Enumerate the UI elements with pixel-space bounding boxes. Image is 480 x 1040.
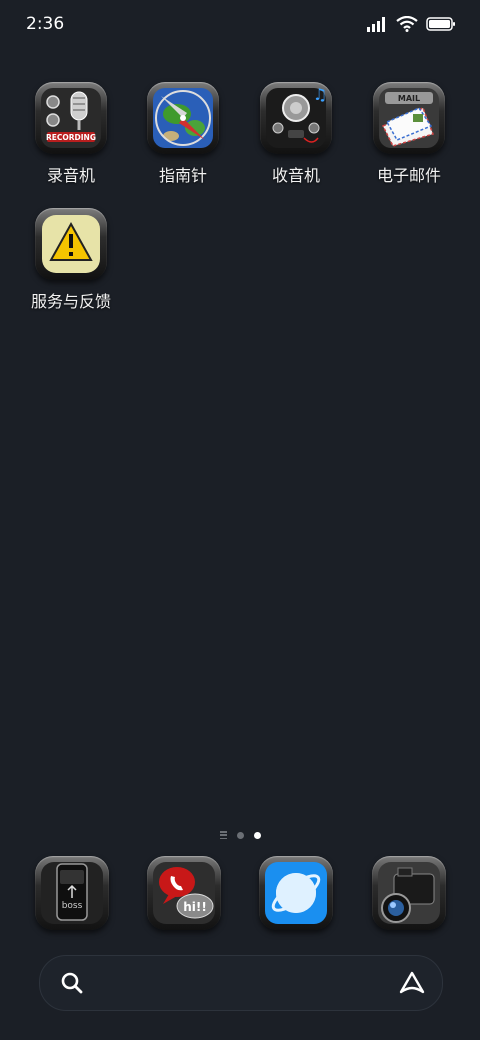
app-label-recorder: 录音机 [46,166,95,185]
compass-icon [147,82,219,154]
wifi-icon [396,16,418,32]
email-icon: MAIL [373,82,445,154]
app-service-feedback[interactable]: 服务与反馈 [16,208,126,312]
app-label-radio: 收音机 [271,166,320,185]
app-list-indicator-icon[interactable] [219,831,227,839]
phone-boss-text: boss [62,901,83,911]
app-label-email: 电子邮件 [376,166,441,185]
page-dot-2-active[interactable] [253,831,261,839]
search-icon[interactable] [60,971,84,995]
app-label-service-feedback: 服务与反馈 [30,292,111,311]
camera-icon [378,862,440,924]
messages-text: hi!! [183,900,207,914]
status-time: 2:36 [26,14,65,34]
assistant-icon[interactable] [398,970,426,996]
recorder-badge-text: RECORDING [46,133,96,142]
app-radio[interactable]: ♫ 收音机 [241,82,351,186]
dock-messages[interactable]: hi!! [147,856,221,930]
app-label-compass: 指南针 [158,166,207,185]
recorder-icon: RECORDING [35,82,107,154]
svg-text:♫: ♫ [313,85,327,104]
app-recorder[interactable]: RECORDING 录音机 [16,82,126,186]
dock-phone-boss[interactable]: boss [35,856,109,930]
battery-icon [426,17,455,31]
home-screen: 2:36 RECORDING 录音机 指南针 ♫ 收音机 MAIL 电子邮件 服… [0,0,480,1040]
page-dot-1[interactable] [236,831,244,839]
search-bar[interactable] [39,955,443,1011]
app-compass[interactable]: 指南针 [128,82,238,186]
status-bar: 2:36 [0,0,480,50]
phone-boss-icon: boss [41,862,103,924]
dock-browser[interactable] [259,856,333,930]
status-icons [366,14,456,34]
app-email[interactable]: MAIL 电子邮件 [354,82,464,186]
radio-icon: ♫ [260,82,332,154]
email-badge-text: MAIL [398,94,420,103]
signal-icon [367,17,385,32]
service-feedback-icon [35,208,107,280]
dock-camera[interactable] [372,856,446,930]
page-indicator[interactable] [0,826,480,844]
messages-icon: hi!! [153,862,215,924]
browser-icon [265,862,327,924]
search-input[interactable] [98,966,372,1002]
